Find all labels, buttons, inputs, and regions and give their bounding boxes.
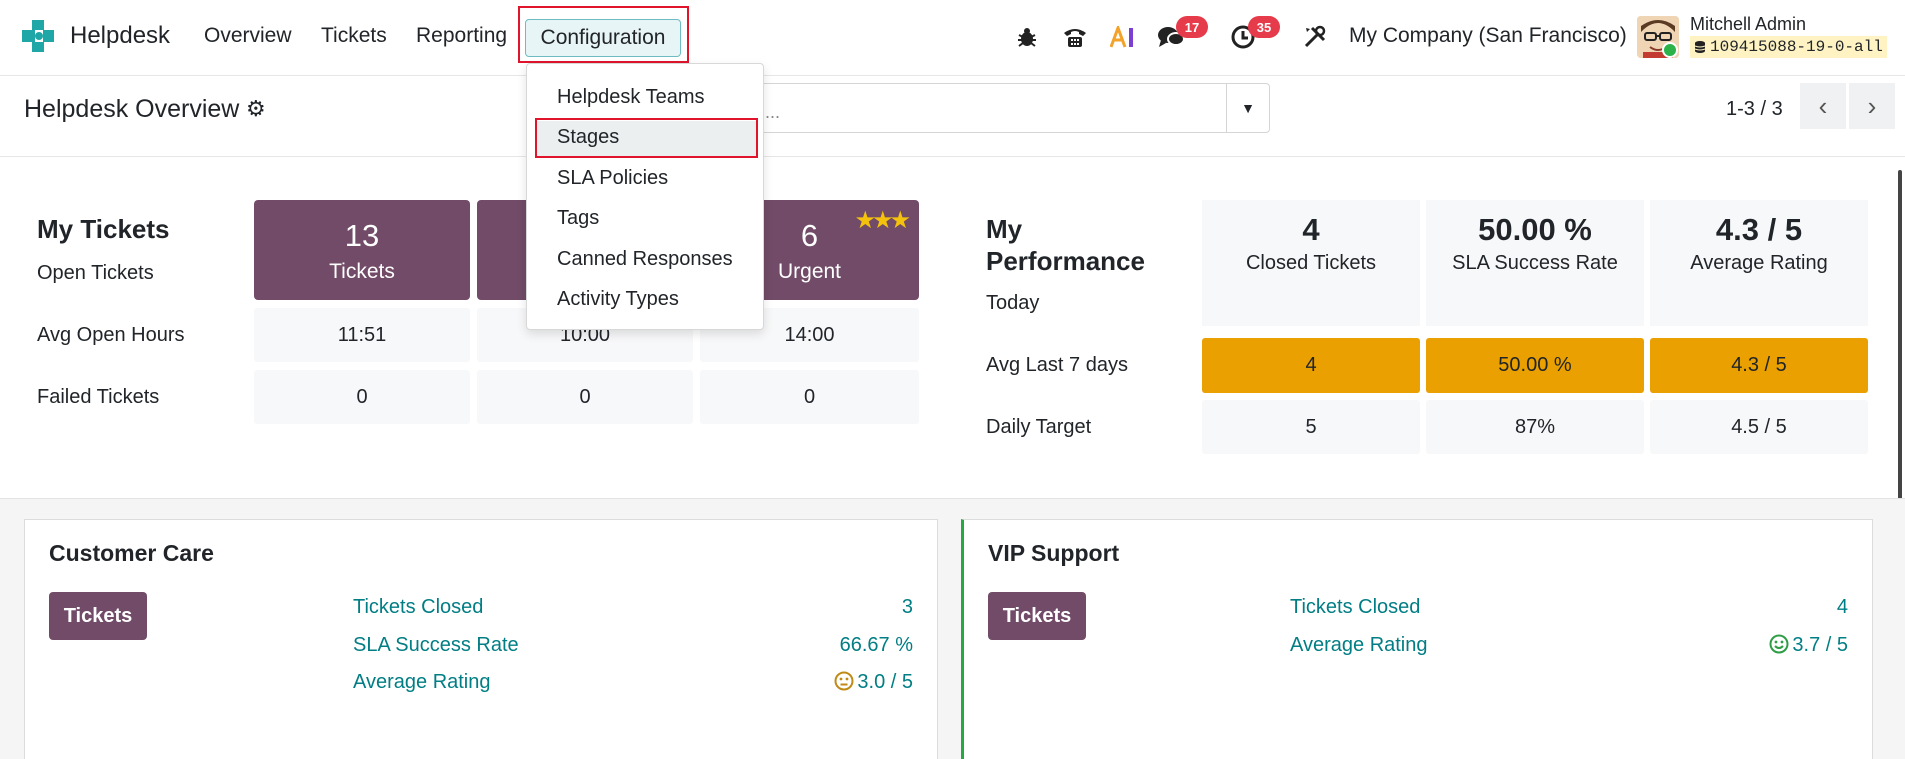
my-performance-title-line2: Performance: [986, 246, 1145, 276]
value-average-rating[interactable]: 3.7 / 5: [1769, 634, 1848, 657]
nav-tickets[interactable]: Tickets: [321, 24, 387, 48]
messages-count-badge: 17: [1176, 16, 1208, 38]
highlight-box-stages: [535, 118, 758, 158]
highlight-box-configuration: [518, 6, 689, 63]
database-name: 109415088-19-0-all: [1690, 36, 1887, 58]
link-sla-success-rate[interactable]: SLA Success Rate: [353, 634, 519, 657]
ai-icon[interactable]: [1108, 22, 1138, 52]
team-card-vip-support: VIP Support Tickets Tickets Closed 4 Ave…: [961, 519, 1873, 759]
cell-target-rating: 4.5 / 5: [1650, 400, 1868, 454]
row-label-today: Today: [986, 292, 1040, 314]
my-tickets-title: My Tickets: [37, 214, 170, 244]
cell-avg7-rating: 4.3 / 5: [1650, 338, 1868, 393]
user-name[interactable]: Mitchell Admin: [1690, 14, 1806, 35]
cell-avg7-sla: 50.00 %: [1426, 338, 1644, 393]
row-label-avg-last-7-days: Avg Last 7 days: [986, 354, 1128, 376]
online-status-dot: [1662, 42, 1678, 58]
value-sla-success-rate[interactable]: 66.67 %: [840, 634, 913, 657]
pager-next-button[interactable]: ›: [1849, 83, 1895, 129]
cell-target-sla: 87%: [1426, 400, 1644, 454]
nav-reporting[interactable]: Reporting: [416, 24, 507, 48]
tile-tickets[interactable]: 13 Tickets: [254, 200, 470, 300]
brand[interactable]: Helpdesk: [22, 18, 170, 54]
team-tickets-button[interactable]: Tickets: [988, 592, 1086, 640]
cell-target-closed: 5: [1202, 400, 1420, 454]
value-average-rating[interactable]: 3.0 / 5: [834, 671, 913, 694]
tools-icon[interactable]: [1300, 22, 1330, 52]
scrollbar[interactable]: [1898, 170, 1902, 500]
cell-avg-hours-1[interactable]: 11:51: [254, 308, 470, 362]
database-icon: [1694, 41, 1706, 53]
activities-count-badge: 35: [1248, 16, 1280, 38]
value-tickets-closed[interactable]: 3: [902, 596, 913, 619]
debug-bug-icon[interactable]: [1012, 22, 1042, 52]
search-options-toggle[interactable]: ▼: [1226, 83, 1270, 133]
tile-average-rating: 4.3 / 5 Average Rating: [1650, 200, 1868, 326]
cell-failed-2[interactable]: 0: [477, 370, 693, 424]
page-title: Helpdesk Overview: [24, 95, 240, 123]
menu-item-activity-types[interactable]: Activity Types: [557, 288, 679, 311]
search-input[interactable]: ...: [700, 83, 1226, 133]
smiley-face-icon: [1769, 634, 1789, 654]
row-label-avg-open-hours: Avg Open Hours: [37, 324, 185, 346]
link-average-rating[interactable]: Average Rating: [1290, 634, 1428, 657]
dashboard-stats: My Tickets Open Tickets Avg Open Hours F…: [0, 158, 1905, 498]
menu-item-helpdesk-teams[interactable]: Helpdesk Teams: [557, 86, 704, 109]
link-tickets-closed[interactable]: Tickets Closed: [353, 596, 483, 619]
menu-item-sla-policies[interactable]: SLA Policies: [557, 167, 668, 190]
top-navbar: Helpdesk Overview Tickets Reporting Conf…: [0, 0, 1905, 76]
link-tickets-closed[interactable]: Tickets Closed: [1290, 596, 1420, 619]
row-label-open-tickets: Open Tickets: [37, 262, 154, 284]
menu-item-canned-responses[interactable]: Canned Responses: [557, 248, 733, 271]
link-average-rating[interactable]: Average Rating: [353, 671, 491, 694]
phone-icon[interactable]: [1060, 22, 1090, 52]
nav-overview[interactable]: Overview: [204, 24, 292, 48]
tile-sla-success-rate: 50.00 % SLA Success Rate: [1426, 200, 1644, 326]
team-name: VIP Support: [988, 540, 1120, 566]
my-performance-title-line1: My: [986, 214, 1023, 244]
teams-section: Customer Care Tickets Tickets Closed 3 S…: [0, 498, 1905, 759]
caret-down-icon: ▼: [1241, 100, 1255, 116]
value-tickets-closed[interactable]: 4: [1837, 596, 1848, 619]
row-label-failed-tickets: Failed Tickets: [37, 386, 160, 408]
cell-failed-1[interactable]: 0: [254, 370, 470, 424]
neutral-face-icon: [834, 671, 854, 691]
row-label-daily-target: Daily Target: [986, 416, 1092, 438]
configuration-dropdown-menu: Helpdesk Teams Stages SLA Policies Tags …: [526, 63, 764, 330]
team-tickets-button[interactable]: Tickets: [49, 592, 147, 640]
control-panel: Helpdesk Overview ⚙ ... ▼ 1-3 / 3 ‹ ›: [0, 77, 1905, 157]
team-name: Customer Care: [49, 540, 214, 566]
company-switcher[interactable]: My Company (San Francisco): [1349, 24, 1627, 48]
app-title: Helpdesk: [70, 22, 171, 49]
pager-value[interactable]: 1-3 / 3: [1726, 98, 1783, 121]
chevron-right-icon: ›: [1867, 90, 1877, 121]
three-stars-icon: ★★★: [854, 207, 911, 234]
helpdesk-logo-icon: [22, 18, 56, 54]
chevron-left-icon: ‹: [1818, 90, 1828, 121]
menu-item-tags[interactable]: Tags: [557, 207, 599, 230]
team-card-customer-care: Customer Care Tickets Tickets Closed 3 S…: [24, 519, 938, 759]
pager-previous-button[interactable]: ‹: [1800, 83, 1846, 129]
cell-avg7-closed: 4: [1202, 338, 1420, 393]
gear-icon[interactable]: ⚙: [246, 96, 266, 122]
tile-closed-tickets: 4 Closed Tickets: [1202, 200, 1420, 326]
cell-failed-3[interactable]: 0: [700, 370, 919, 424]
